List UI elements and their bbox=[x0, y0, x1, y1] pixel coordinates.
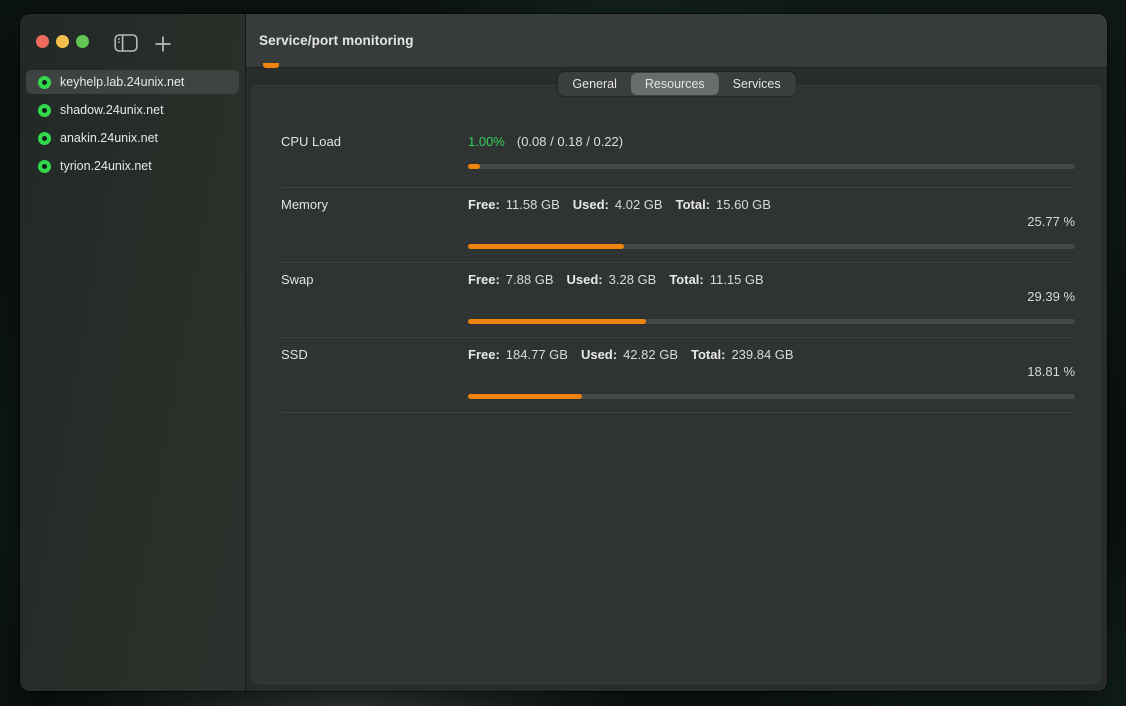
minimize-window-button[interactable] bbox=[56, 35, 69, 48]
percent-label: 18.81 % bbox=[1027, 364, 1075, 379]
resource-row-memory: Memory Free: 11.58 GB Used: 4.02 GB Total: 15… bbox=[281, 188, 1075, 263]
server-item-anakin[interactable]: anakin.24unix.net bbox=[26, 126, 239, 150]
server-status-online-icon bbox=[38, 132, 51, 145]
percent-label: 29.39 % bbox=[1027, 289, 1075, 304]
window-titlebar: Service/port monitoring bbox=[246, 14, 1107, 68]
used-label: Used: bbox=[567, 272, 603, 287]
free-value: 11.58 GB bbox=[506, 197, 560, 212]
resource-row-swap: Swap Free: 7.88 GB Used: 3.28 GB Total: 11.15… bbox=[281, 263, 1075, 338]
total-label: Total: bbox=[691, 347, 725, 362]
used-value: 4.02 GB bbox=[615, 197, 663, 212]
close-window-button[interactable] bbox=[36, 35, 49, 48]
toggle-sidebar-button[interactable] bbox=[112, 31, 140, 55]
resource-row-ssd: SSD Free: 184.77 GB Used: 42.82 GB Total: 239… bbox=[281, 338, 1075, 413]
cpu-load-values: 1.00% (0.08 / 0.18 / 0.22) bbox=[468, 134, 1075, 150]
resource-label: SSD bbox=[281, 347, 468, 399]
progress-track bbox=[468, 244, 1075, 249]
server-name: anakin.24unix.net bbox=[60, 131, 158, 145]
total-value: 239.84 GB bbox=[731, 347, 793, 362]
free-value: 184.77 GB bbox=[506, 347, 568, 362]
progress-track bbox=[468, 319, 1075, 324]
resource-label: Memory bbox=[281, 197, 468, 249]
used-label: Used: bbox=[581, 347, 617, 362]
server-status-online-icon bbox=[38, 104, 51, 117]
tab-label: Resources bbox=[645, 77, 705, 91]
used-label: Used: bbox=[573, 197, 609, 212]
free-value: 7.88 GB bbox=[506, 272, 554, 287]
progress-fill bbox=[468, 394, 582, 399]
tab-bar: General Resources Services bbox=[557, 72, 795, 96]
used-value: 3.28 GB bbox=[609, 272, 657, 287]
resource-values: Free: 184.77 GB Used: 42.82 GB Total: 239.84 … bbox=[468, 347, 1075, 363]
total-value: 11.15 GB bbox=[710, 272, 764, 287]
server-list: keyhelp.lab.24unix.net shadow.24unix.net… bbox=[20, 70, 245, 178]
resources-panel: CPU Load 1.00% (0.08 / 0.18 / 0.22) Memor… bbox=[251, 85, 1101, 684]
sidebar: keyhelp.lab.24unix.net shadow.24unix.net… bbox=[20, 14, 245, 691]
desktop-background: keyhelp.lab.24unix.net shadow.24unix.net… bbox=[0, 0, 1126, 706]
progress-fill bbox=[468, 319, 646, 324]
server-name: keyhelp.lab.24unix.net bbox=[60, 75, 184, 89]
cpu-progress-track bbox=[468, 164, 1075, 169]
plus-icon bbox=[154, 35, 172, 53]
cpu-load-percent: 1.00% bbox=[468, 134, 505, 149]
sidebar-toolbar bbox=[20, 14, 245, 70]
tab-general[interactable]: General bbox=[558, 73, 630, 95]
server-item-shadow[interactable]: shadow.24unix.net bbox=[26, 98, 239, 122]
resource-values: Free: 7.88 GB Used: 3.28 GB Total: 11.15 GB bbox=[468, 272, 1075, 288]
traffic-lights bbox=[36, 35, 89, 48]
free-label: Free: bbox=[468, 347, 500, 362]
server-item-tyrion[interactable]: tyrion.24unix.net bbox=[26, 154, 239, 178]
server-name: shadow.24unix.net bbox=[60, 103, 164, 117]
sidebar-icon bbox=[114, 33, 138, 53]
resource-values: Free: 11.58 GB Used: 4.02 GB Total: 15.60 GB bbox=[468, 197, 1075, 213]
window-title: Service/port monitoring bbox=[259, 33, 414, 48]
scrolled-progress-peek bbox=[263, 63, 279, 68]
tab-resources[interactable]: Resources bbox=[631, 73, 719, 95]
main-panel: Service/port monitoring CPU Load 1.00% (0… bbox=[245, 14, 1107, 691]
server-name: tyrion.24unix.net bbox=[60, 159, 152, 173]
content-area: CPU Load 1.00% (0.08 / 0.18 / 0.22) Memor… bbox=[246, 68, 1107, 691]
used-value: 42.82 GB bbox=[623, 347, 678, 362]
total-value: 15.60 GB bbox=[716, 197, 771, 212]
zoom-window-button[interactable] bbox=[76, 35, 89, 48]
tab-services[interactable]: Services bbox=[719, 73, 795, 95]
progress-track bbox=[468, 394, 1075, 399]
cpu-progress-fill bbox=[468, 164, 480, 169]
cpu-load-averages: (0.08 / 0.18 / 0.22) bbox=[517, 134, 623, 149]
server-item-keyhelp[interactable]: keyhelp.lab.24unix.net bbox=[26, 70, 239, 94]
resource-label: Swap bbox=[281, 272, 468, 324]
server-status-online-icon bbox=[38, 76, 51, 89]
total-label: Total: bbox=[676, 197, 710, 212]
app-window: keyhelp.lab.24unix.net shadow.24unix.net… bbox=[20, 14, 1107, 691]
tab-label: General bbox=[572, 77, 616, 91]
free-label: Free: bbox=[468, 197, 500, 212]
progress-fill bbox=[468, 244, 624, 249]
cpu-load-label: CPU Load bbox=[281, 134, 468, 169]
cpu-load-row: CPU Load 1.00% (0.08 / 0.18 / 0.22) bbox=[281, 85, 1075, 188]
percent-label: 25.77 % bbox=[1027, 214, 1075, 229]
total-label: Total: bbox=[669, 272, 703, 287]
free-label: Free: bbox=[468, 272, 500, 287]
tab-label: Services bbox=[733, 77, 781, 91]
server-status-online-icon bbox=[38, 160, 51, 173]
add-server-button[interactable] bbox=[152, 33, 174, 55]
